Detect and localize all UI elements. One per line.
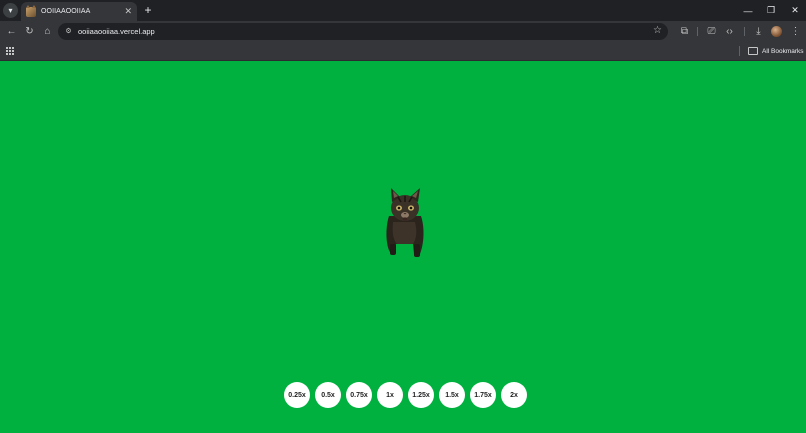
spinning-cat-image	[386, 188, 424, 257]
bookmarks-divider	[739, 46, 740, 56]
more-menu-icon[interactable]: ⋮	[788, 24, 803, 39]
page-content: 0.25x 0.5x 0.75x 1x 1.25x 1.5x 1.75x 2x	[0, 61, 806, 433]
tab-title: OOIIAAOOIIAA	[41, 8, 91, 15]
all-bookmarks-label: All Bookmarks	[762, 47, 804, 55]
speed-2x-button[interactable]: 2x	[501, 382, 527, 408]
tab-strip: ▾ OOIIAAOOIIAA ✕ + — ❐ ✕	[0, 0, 806, 21]
address-bar[interactable]: ⚙ ooiiaaooiiaa.vercel.app ☆	[58, 23, 668, 40]
cat-face-icon	[26, 4, 36, 17]
speed-1.25x-button[interactable]: 1.25x	[408, 382, 434, 408]
extensions-icon[interactable]: ⧉	[677, 24, 692, 39]
speed-0.5x-button[interactable]: 0.5x	[315, 382, 341, 408]
active-tab[interactable]: OOIIAAOOIIAA ✕	[21, 2, 137, 21]
bookmark-star-icon[interactable]: ☆	[653, 25, 662, 36]
toolbar-divider	[697, 27, 698, 36]
new-tab-icon[interactable]: +	[141, 3, 155, 17]
all-bookmarks-button[interactable]: All Bookmarks	[748, 45, 804, 57]
url-text[interactable]: ooiiaaooiiaa.vercel.app	[78, 26, 155, 37]
speed-button-group: 0.25x 0.5x 0.75x 1x 1.25x 1.5x 1.75x 2x	[284, 382, 527, 408]
speed-0.75x-button[interactable]: 0.75x	[346, 382, 372, 408]
bookmarks-bar: All Bookmarks	[0, 42, 806, 61]
window-close-icon[interactable]: ✕	[784, 0, 806, 21]
toolbar-divider	[744, 27, 745, 36]
tab-search-icon[interactable]: ▾	[3, 3, 18, 18]
home-icon[interactable]: ⌂	[40, 24, 55, 39]
back-icon[interactable]: ←	[4, 24, 19, 39]
restore-icon[interactable]: ❐	[760, 0, 782, 21]
devtools-icon[interactable]: ‹›	[722, 24, 737, 39]
cast-icon[interactable]: ⎚	[704, 24, 719, 39]
download-icon[interactable]: ⤓	[751, 24, 766, 39]
reload-icon[interactable]: ↻	[22, 24, 37, 39]
speed-1.75x-button[interactable]: 1.75x	[470, 382, 496, 408]
folder-icon	[748, 47, 758, 55]
browser-toolbar: ← ↻ ⌂ ⚙ ooiiaaooiiaa.vercel.app ☆ ⧉ ⎚ ‹›…	[0, 21, 806, 42]
profile-avatar[interactable]	[771, 26, 782, 37]
speed-0.25x-button[interactable]: 0.25x	[284, 382, 310, 408]
speed-1x-button[interactable]: 1x	[377, 382, 403, 408]
tab-close-icon[interactable]: ✕	[124, 7, 132, 16]
site-info-icon[interactable]: ⚙	[64, 27, 73, 36]
minimize-icon[interactable]: —	[737, 0, 759, 21]
speed-1.5x-button[interactable]: 1.5x	[439, 382, 465, 408]
apps-grid-icon[interactable]	[6, 47, 14, 55]
